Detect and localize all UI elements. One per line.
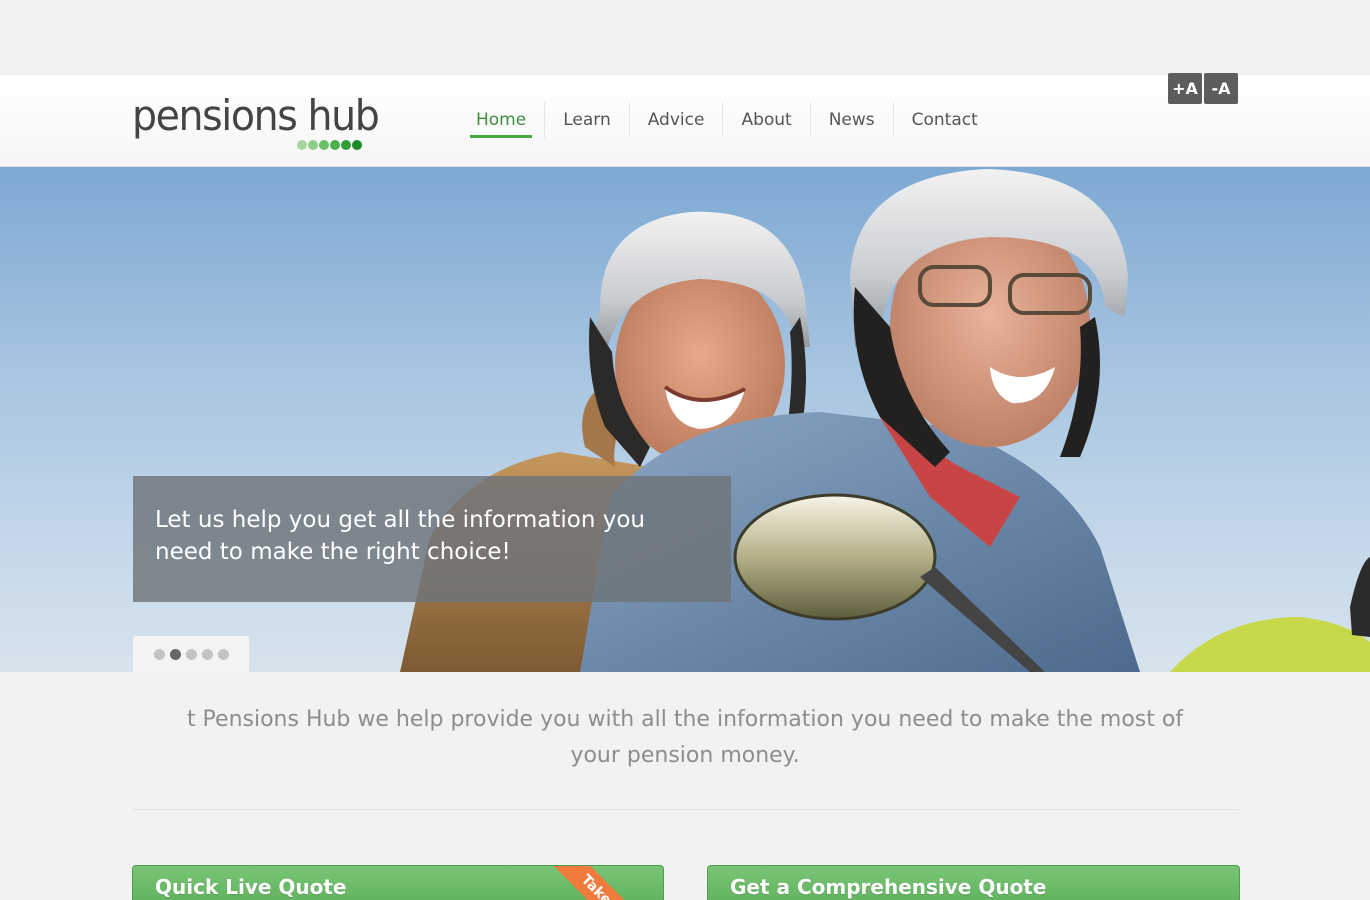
top-band — [0, 0, 1370, 75]
nav-contact[interactable]: Contact — [892, 102, 996, 138]
nav-advice[interactable]: Advice — [628, 102, 723, 138]
slide-dot-3[interactable] — [185, 648, 197, 660]
hero-caption: Let us help you get all the information … — [133, 476, 731, 602]
quick-quote-ribbon: Takes — [547, 866, 651, 900]
site-header: pensions hub Home Learn Advice About New… — [0, 75, 1370, 167]
logo[interactable]: pensions hub — [132, 91, 394, 150]
nav-about[interactable]: About — [722, 102, 809, 138]
main-nav: Home Learn Advice About News Contact — [458, 102, 996, 138]
intro-text: t Pensions Hub we help provide you with … — [186, 707, 1184, 768]
quick-live-quote-panel[interactable]: Quick Live Quote Takes — [132, 865, 664, 900]
quick-live-quote-title: Quick Live Quote — [155, 875, 347, 899]
logo-dots-icon — [297, 140, 362, 150]
hero-caption-text: Let us help you get all the information … — [155, 507, 645, 565]
divider — [133, 809, 1238, 810]
comprehensive-quote-panel[interactable]: Get a Comprehensive Quote — [707, 865, 1240, 900]
main-content: t Pensions Hub we help provide you with … — [0, 672, 1370, 900]
nav-advice-label: Advice — [647, 110, 705, 130]
nav-about-label: About — [741, 110, 792, 130]
slide-dot-5[interactable] — [217, 648, 229, 660]
nav-learn-label: Learn — [563, 110, 611, 130]
nav-contact-label: Contact — [911, 110, 978, 130]
slide-dot-1[interactable] — [153, 648, 165, 660]
nav-learn[interactable]: Learn — [544, 102, 629, 138]
decrease-font-button[interactable]: -A — [1204, 73, 1238, 104]
comprehensive-quote-title: Get a Comprehensive Quote — [730, 875, 1047, 899]
logo-text: pensions hub — [132, 91, 380, 140]
nav-active-indicator — [470, 135, 533, 138]
nav-home-label: Home — [476, 110, 527, 130]
slider-pager — [133, 636, 249, 672]
hero-slider: Let us help you get all the information … — [0, 167, 1370, 672]
slide-dot-4[interactable] — [201, 648, 213, 660]
font-size-controls: +A -A — [1168, 73, 1238, 104]
increase-font-button[interactable]: +A — [1168, 73, 1202, 104]
nav-news-label: News — [828, 110, 875, 130]
nav-news[interactable]: News — [809, 102, 893, 138]
slide-dot-2[interactable] — [169, 648, 181, 660]
nav-home[interactable]: Home — [458, 102, 544, 138]
